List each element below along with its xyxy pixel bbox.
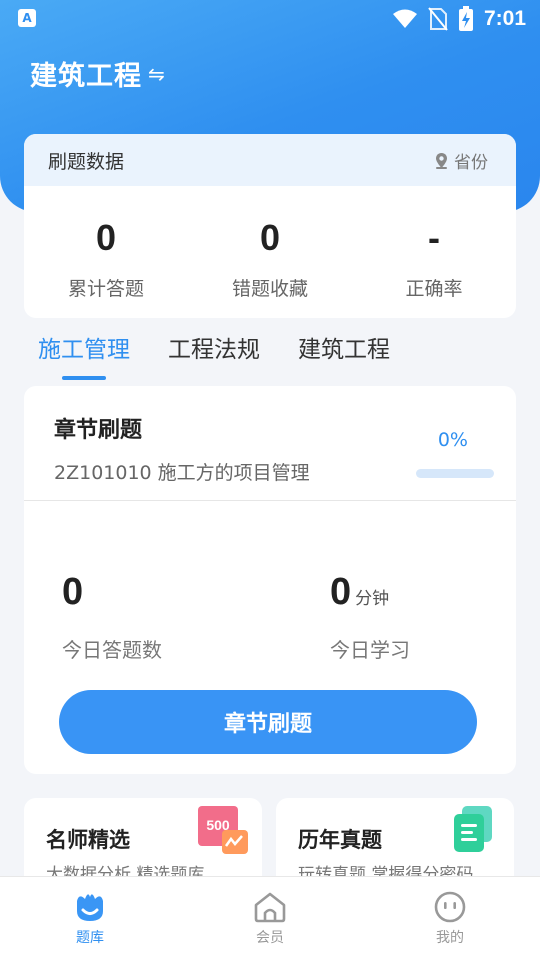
province-label: 省份 [454, 152, 488, 173]
nav-mine[interactable]: 我的 [360, 877, 540, 960]
stat-value: - [428, 217, 440, 258]
chapter-practice-card: 章节刷题 2Z101010 施工方的项目管理 0% 0 今日答题数 0 分钟 今日… [24, 386, 516, 774]
tab-label: 施工管理 [38, 337, 130, 363]
nav-question-bank[interactable]: 题库 [0, 877, 180, 960]
nav-label: 我的 [436, 930, 464, 946]
location-pin-icon [436, 152, 447, 169]
question-bank-icon [77, 894, 103, 921]
today-study-value: 0 [330, 571, 352, 613]
stat-accuracy[interactable]: - 正确率 [352, 186, 516, 318]
tab-building-engineering[interactable]: 建筑工程 [298, 330, 390, 380]
promo-title: 名师精选 [46, 828, 130, 852]
divider [24, 500, 516, 501]
today-study-unit: 分钟 [355, 589, 390, 609]
subject-tabs: 施工管理 工程法规 建筑工程 [38, 330, 390, 380]
500-badge-icon: 500 [198, 806, 248, 854]
tab-active-indicator [62, 376, 106, 380]
wifi-icon [392, 9, 417, 28]
status-time: 7:01 [483, 7, 526, 30]
promo-title: 历年真题 [298, 828, 382, 852]
stat-total-answered[interactable]: 0 累计答题 [24, 186, 188, 318]
today-answered: 0 今日答题数 [62, 570, 162, 663]
stat-value: 0 [259, 217, 281, 258]
stat-label: 错题收藏 [231, 278, 308, 300]
promo-badge-text: 500 [206, 817, 230, 833]
stat-label: 累计答题 [67, 278, 144, 300]
chapter-progress-bar [416, 469, 494, 478]
tab-label: 建筑工程 [298, 337, 390, 363]
tab-label: 工程法规 [168, 337, 260, 363]
swap-arrows-icon: ⇋ [148, 61, 165, 86]
chapter-title: 章节刷题 [54, 418, 143, 443]
stat-label: 正确率 [405, 278, 463, 300]
chapter-practice-button[interactable]: 章节刷题 [59, 690, 477, 754]
stats-header: 刷题数据 省份 [24, 134, 516, 186]
today-study-time: 0 分钟 今日学习 [330, 570, 410, 663]
tab-engineering-regulations[interactable]: 工程法规 [168, 330, 260, 380]
chapter-current-section[interactable]: 2Z101010 施工方的项目管理 [54, 458, 310, 485]
nav-label: 会员 [256, 930, 284, 946]
no-sim-icon [428, 7, 448, 31]
page-title: 建筑工程 [30, 61, 142, 92]
today-answered-value: 0 [62, 571, 84, 613]
subject-switcher[interactable]: 建筑工程 ⇋ [30, 54, 165, 93]
status-bar: A 7:01 [0, 0, 540, 38]
province-selector[interactable]: 省份 [435, 148, 488, 173]
stats-card: 刷题数据 省份 0 累计答题 0 错题收藏 - 正确率 [24, 134, 516, 318]
bottom-navigation: 题库 会员 我的 [0, 876, 540, 960]
face-icon [434, 891, 466, 923]
chapter-progress-text: 0% [437, 429, 468, 451]
today-answered-label: 今日答题数 [62, 638, 162, 662]
document-stack-icon [454, 806, 492, 852]
app-notification-icon: A [18, 9, 36, 27]
nav-label: 题库 [76, 930, 104, 946]
today-study-label: 今日学习 [330, 638, 410, 662]
tab-construction-management[interactable]: 施工管理 [38, 330, 130, 380]
home-icon [254, 892, 286, 923]
stats-title: 刷题数据 [48, 150, 125, 173]
nav-membership[interactable]: 会员 [180, 877, 360, 960]
stat-value: 0 [95, 217, 117, 258]
stat-wrong-collection[interactable]: 0 错题收藏 [188, 186, 352, 318]
battery-charging-icon [458, 6, 473, 31]
